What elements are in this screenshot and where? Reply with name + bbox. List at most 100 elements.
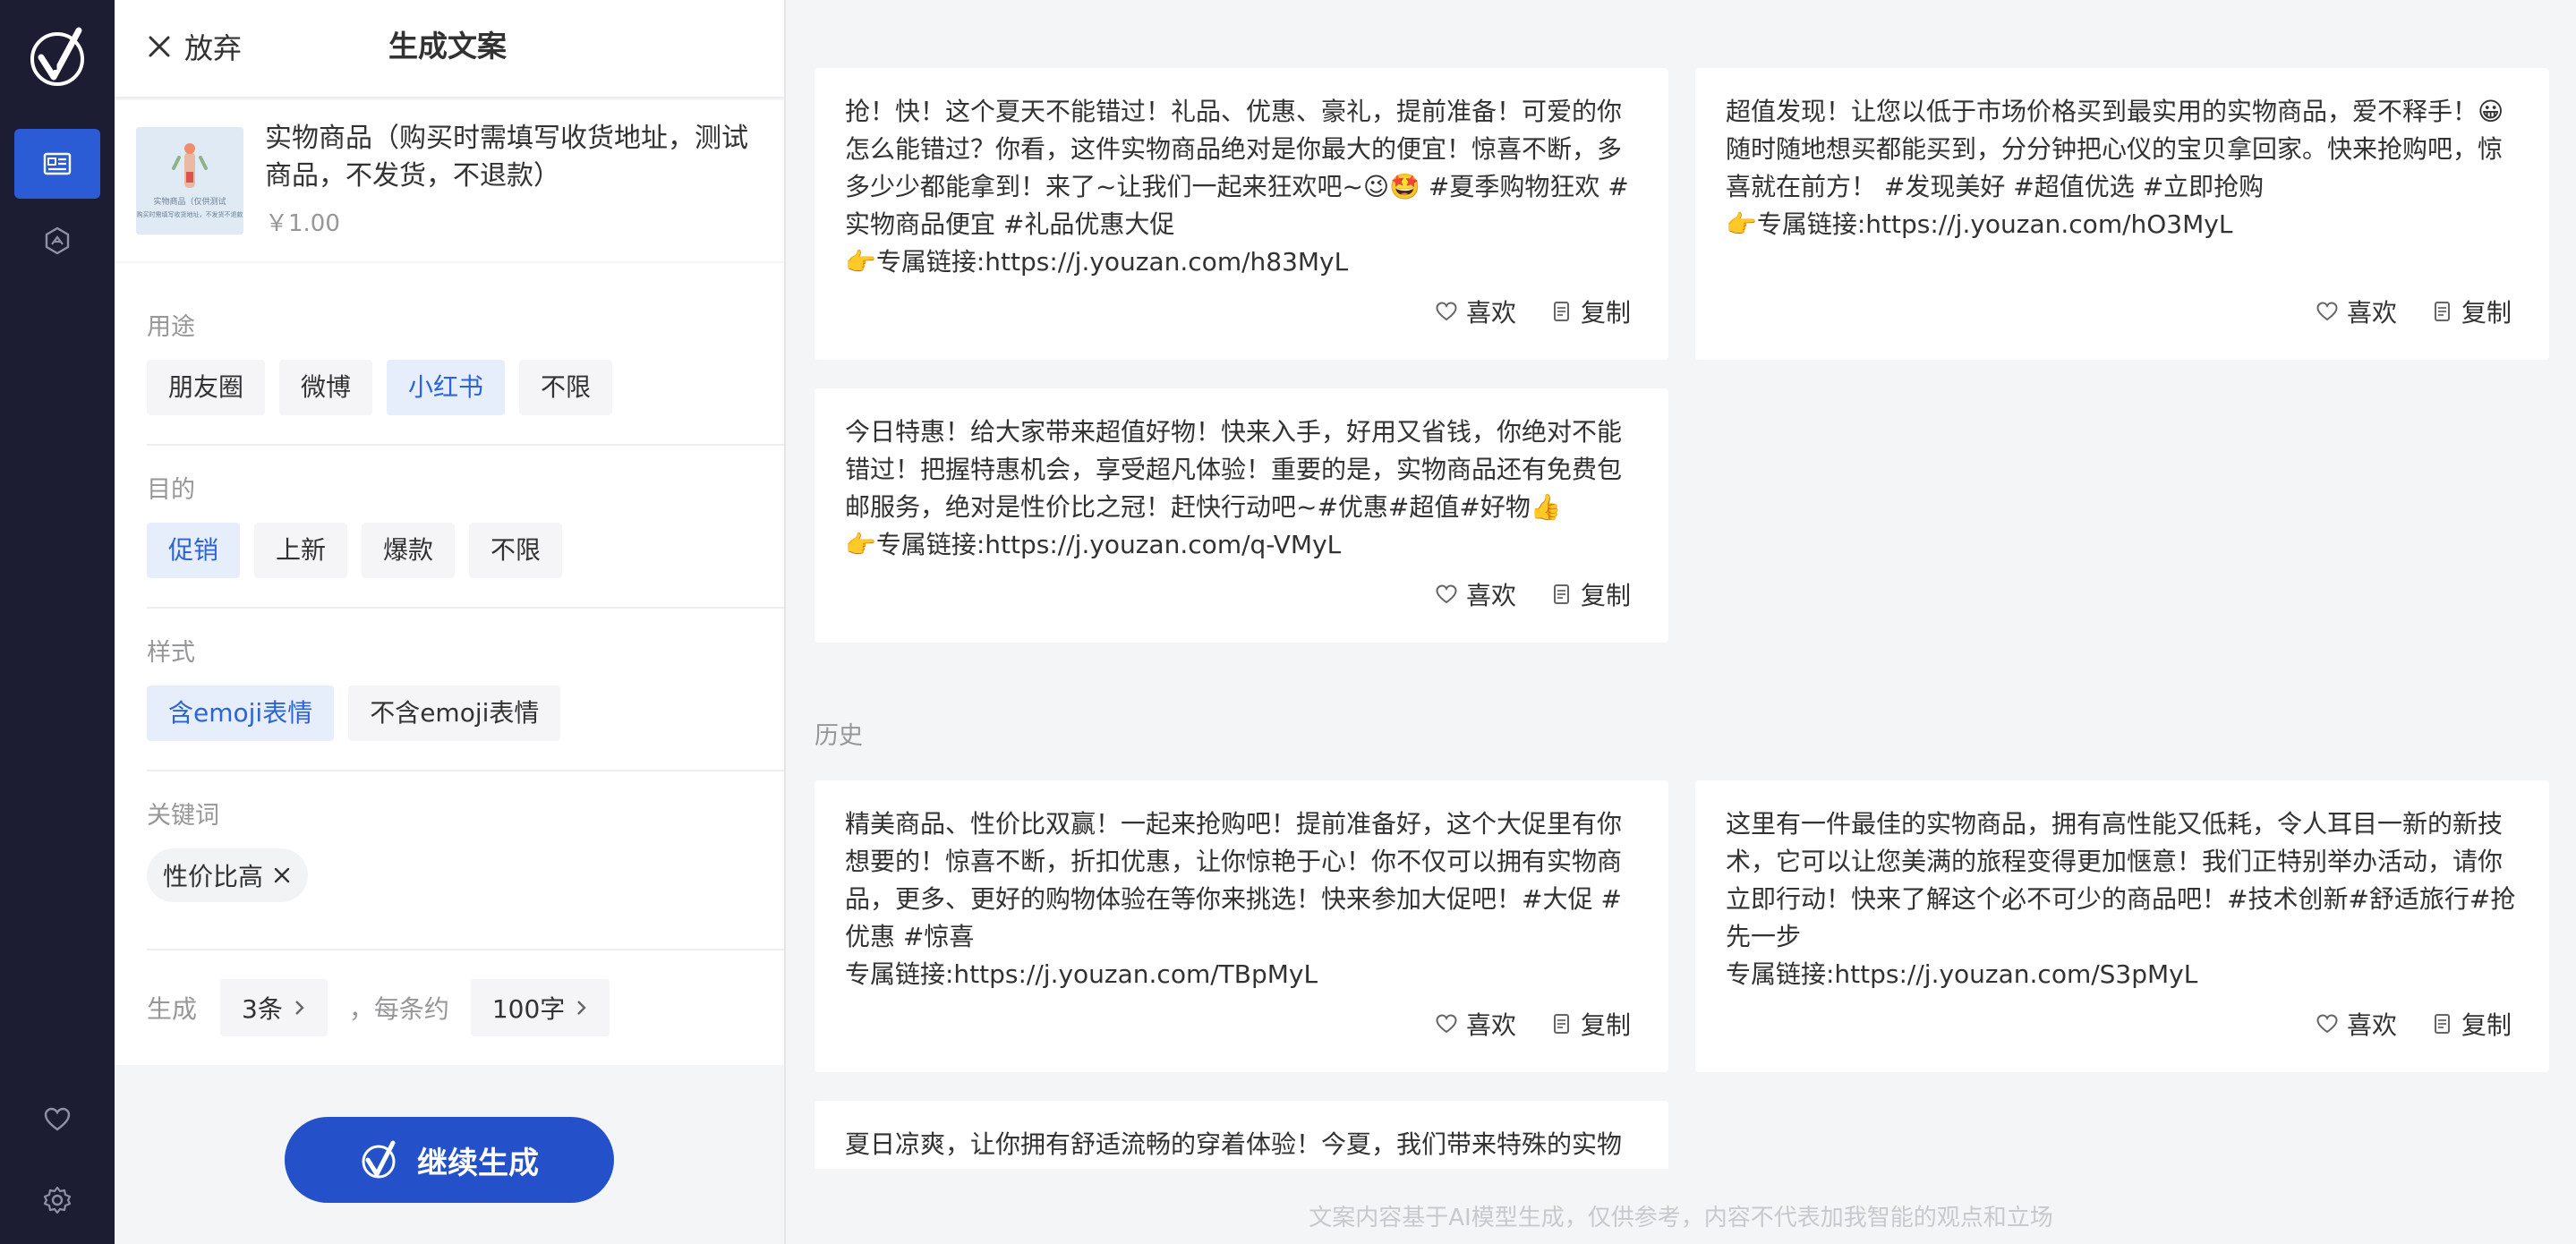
copy-icon [2434, 1014, 2450, 1034]
divider [147, 949, 784, 950]
copy-button[interactable]: 复制 [2429, 1006, 2512, 1042]
settings-icon [43, 1186, 72, 1214]
heart-icon [2316, 302, 2338, 321]
divider [147, 607, 784, 609]
remove-keyword-icon[interactable] [272, 865, 292, 885]
copy-icon [1553, 584, 1569, 604]
purpose-option-any[interactable]: 不限 [469, 523, 563, 578]
result-text[interactable]: 超值发现！让您以低于市场价格买到最实用的实物商品，爱不释手！😀随时随地想买都能买… [1726, 93, 2519, 243]
copy-icon [2434, 302, 2450, 321]
history-title: 历史 [815, 722, 863, 750]
like-button[interactable]: 喜欢 [1434, 576, 1516, 612]
history-card: 这里有一件最佳的实物商品，拥有高性能又低耗，令人耳目一新的新技术，它可以让您美满… [1695, 780, 2549, 1072]
purpose-title: 目的 [147, 476, 195, 504]
thumb-caption-2: 购买时需填写收货地址，不发货不退款 [136, 211, 243, 218]
purpose-option-promotion[interactable]: 促销 [147, 523, 241, 578]
history-card: 精美商品、性价比双赢！一起来抢购吧！提前准备好，这个大促里有你想要的！惊喜不断，… [815, 780, 1668, 1072]
keywords-section: 关键词 性价比高 [147, 800, 752, 902]
like-button[interactable]: 喜欢 [1434, 1006, 1516, 1042]
style-title: 样式 [147, 639, 195, 667]
generate-label: 生成 [147, 994, 198, 1024]
chevron-right-icon [294, 1001, 304, 1015]
divider [147, 770, 784, 771]
product-card: 实物商品（仅供测试 购买时需填写收货地址，不发货不退款 实物商品（购买时需填写收… [115, 100, 784, 261]
copywriting-icon [43, 152, 72, 175]
copy-button[interactable]: 复制 [1548, 294, 1631, 329]
config-panel: 放弃 生成文案 实物商品（仅供测试 购买时需填写收货地址，不发货不退款 实物商品… [115, 0, 784, 1244]
style-options: 含emoji表情 不含emoji表情 [147, 686, 752, 741]
history-text[interactable]: 这里有一件最佳的实物商品，拥有高性能又低耗，令人耳目一新的新技术，它可以让您美满… [1726, 805, 2519, 993]
heart-icon [2316, 1014, 2338, 1034]
length-select[interactable]: 100字 [470, 979, 610, 1036]
logo-check-icon [362, 1140, 396, 1179]
count-select[interactable]: 3条 [220, 979, 328, 1036]
like-button[interactable]: 喜欢 [2315, 294, 2397, 329]
options-form: 用途 朋友圈 微博 小红书 不限 目的 促销 上新 爆款 不限 样式 含emoj… [115, 263, 784, 1065]
like-label: 喜欢 [1465, 1010, 1516, 1040]
purpose-option-hot[interactable]: 爆款 [362, 523, 456, 578]
nav-copywriting[interactable] [14, 129, 100, 199]
length-value: 100字 [491, 994, 566, 1024]
discard-button[interactable]: 放弃 [147, 25, 242, 68]
style-option-with-emoji[interactable]: 含emoji表情 [147, 686, 335, 741]
purpose-section: 目的 促销 上新 爆款 不限 [147, 474, 752, 578]
card-actions: 喜欢 复制 [1434, 576, 1631, 612]
keywords-title: 关键词 [147, 802, 219, 830]
discard-label: 放弃 [184, 31, 243, 65]
usage-option-weibo[interactable]: 微博 [279, 360, 373, 415]
copy-button[interactable]: 复制 [1548, 576, 1631, 612]
copy-icon [1553, 1014, 1569, 1034]
thumb-caption-1: 实物商品（仅供测试 [153, 198, 226, 207]
copy-button[interactable]: 复制 [2429, 294, 2512, 329]
heart-icon [1436, 302, 1457, 321]
heart-icon [1436, 584, 1457, 604]
purpose-option-new[interactable]: 上新 [254, 523, 348, 578]
result-card: 今日特惠！给大家带来超值好物！快来入手，好用又省钱，你绝对不能错过！把握特惠机会… [815, 388, 1668, 643]
generate-settings: 生成 3条 ，每条约 100字 [147, 979, 610, 1036]
copy-label: 复制 [1580, 1010, 1631, 1040]
card-actions: 喜欢 复制 [1434, 294, 1631, 329]
history-text[interactable]: 精美商品、性价比双赢！一起来抢购吧！提前准备好，这个大促里有你想要的！惊喜不断，… [845, 805, 1638, 993]
length-label: ，每条约 [348, 994, 449, 1024]
nav-ai-creative[interactable] [14, 206, 100, 276]
like-label: 喜欢 [1465, 298, 1516, 328]
results-area: 抢！快！这个夏天不能错过！礼品、优惠、豪礼，提前准备！可爱的你怎么能错过？你看，… [786, 0, 2576, 1244]
card-actions: 喜欢 复制 [2315, 294, 2512, 329]
logo-check-icon [30, 27, 84, 86]
like-label: 喜欢 [1465, 581, 1516, 610]
copy-label: 复制 [2461, 1010, 2512, 1040]
card-actions: 喜欢 复制 [1434, 1006, 1631, 1042]
continue-generate-button[interactable]: 继续生成 [285, 1117, 614, 1203]
copy-button[interactable]: 复制 [1548, 1006, 1631, 1042]
product-price: ￥1.00 [265, 210, 340, 237]
chevron-right-icon [577, 1001, 587, 1015]
copy-label: 复制 [2461, 298, 2512, 328]
like-label: 喜欢 [2346, 1010, 2397, 1040]
usage-option-moments[interactable]: 朋友圈 [147, 360, 266, 415]
like-label: 喜欢 [2346, 298, 2397, 328]
keyword-tags: 性价比高 [147, 848, 752, 902]
usage-options: 朋友圈 微博 小红书 不限 [147, 360, 752, 415]
close-icon [149, 36, 170, 57]
divider [147, 444, 784, 446]
copy-label: 复制 [1580, 298, 1631, 328]
result-text[interactable]: 今日特惠！给大家带来超值好物！快来入手，好用又省钱，你绝对不能错过！把握特惠机会… [845, 413, 1638, 564]
copy-label: 复制 [1580, 581, 1631, 610]
result-card: 抢！快！这个夏天不能错过！礼品、优惠、豪礼，提前准备！可爱的你怎么能错过？你看，… [815, 68, 1668, 360]
count-value: 3条 [242, 994, 283, 1024]
like-button[interactable]: 喜欢 [2315, 1006, 2397, 1042]
purpose-options: 促销 上新 爆款 不限 [147, 523, 752, 578]
nav-settings[interactable] [14, 1165, 100, 1235]
result-text[interactable]: 抢！快！这个夏天不能错过！礼品、优惠、豪礼，提前准备！可爱的你怎么能错过？你看，… [845, 93, 1638, 281]
history-text[interactable]: 夏日凉爽，让你拥有舒适流畅的穿着体验！今夏，我们带来特殊的实物 [845, 1126, 1638, 1163]
app-sidebar [0, 0, 115, 1244]
continue-generate-label: 继续生成 [417, 1145, 539, 1181]
like-button[interactable]: 喜欢 [1434, 294, 1516, 329]
ai-creative-icon [45, 226, 70, 255]
style-option-no-emoji[interactable]: 不含emoji表情 [348, 686, 561, 741]
copy-icon [1553, 302, 1569, 321]
nav-favorites[interactable] [14, 1085, 100, 1155]
usage-option-any[interactable]: 不限 [519, 360, 613, 415]
disclaimer-note: 文案内容基于AI模型生成，仅供参考，内容不代表加我智能的观点和立场 [1309, 1205, 2053, 1231]
usage-option-xiaohongshu[interactable]: 小红书 [387, 360, 506, 415]
